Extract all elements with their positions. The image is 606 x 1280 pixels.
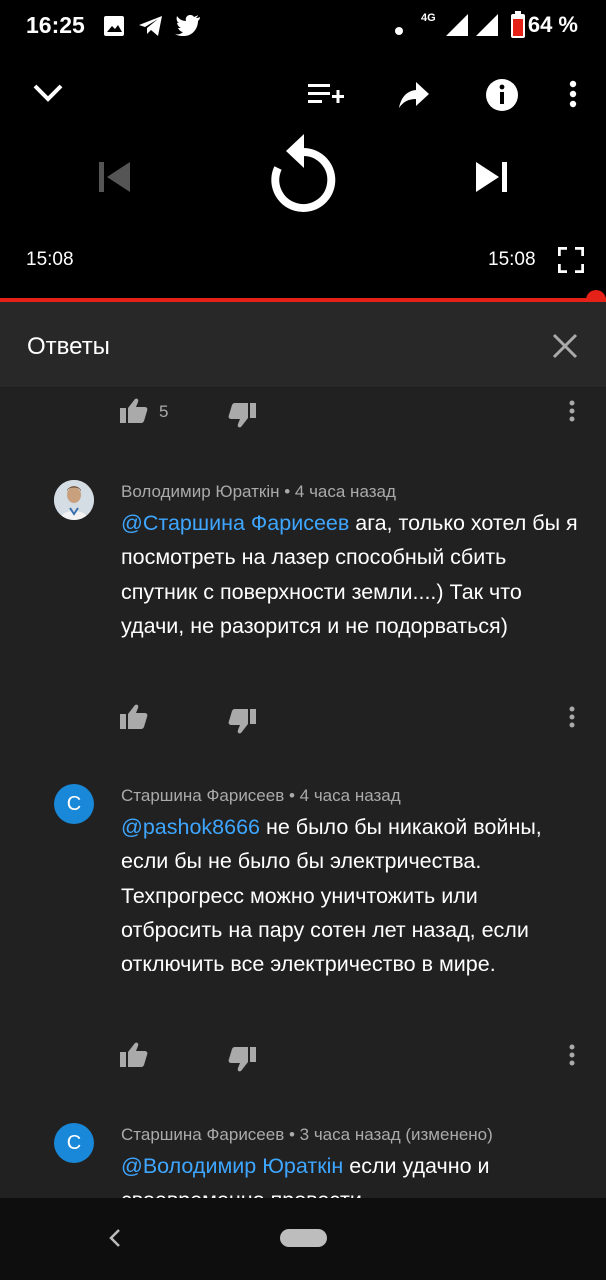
network-type: 4G — [421, 12, 436, 24]
gallery-icon — [103, 15, 125, 42]
system-nav-bar — [0, 1198, 606, 1280]
replies-title: Ответы — [27, 333, 110, 360]
share-icon[interactable] — [398, 82, 430, 113]
close-icon[interactable] — [552, 333, 578, 364]
battery-percent: 64 % — [527, 12, 578, 37]
dot-icon — [395, 22, 403, 40]
avatar[interactable]: С — [54, 1123, 94, 1163]
more-vert-icon[interactable] — [568, 400, 576, 427]
current-time: 15:08 — [26, 249, 74, 270]
comment-actions — [0, 696, 606, 736]
add-to-playlist-icon[interactable] — [308, 82, 346, 113]
mention-link[interactable]: @Старшина Фарисеев — [121, 511, 349, 535]
comment-body: не было бы никакой войны, если бы не был… — [121, 815, 542, 977]
video-player[interactable]: 15:08 15:08 — [0, 52, 606, 300]
back-chevron-icon[interactable] — [108, 1228, 122, 1253]
mention-link[interactable]: @Володимир Юраткін — [121, 1154, 343, 1178]
status-bar: 16:25 4G 64 % — [0, 0, 606, 52]
fullscreen-icon[interactable] — [557, 246, 585, 278]
more-vert-icon[interactable] — [568, 1044, 576, 1071]
dislike-icon[interactable] — [228, 1046, 256, 1077]
dislike-icon[interactable] — [228, 708, 256, 739]
avatar[interactable] — [54, 480, 94, 520]
avatar[interactable]: С — [54, 784, 94, 824]
comment-text: @Старшина Фарисеев ага, только хотел бы … — [121, 506, 581, 643]
mention-link[interactable]: @pashok8666 — [121, 815, 260, 839]
battery-icon — [510, 11, 526, 44]
comment-meta: Володимир Юраткін • 4 часа назад — [121, 482, 396, 501]
home-pill[interactable] — [280, 1229, 327, 1247]
like-count: 5 — [159, 402, 169, 421]
like-icon[interactable] — [120, 704, 148, 735]
comment-meta: Старшина Фарисеев • 4 часа назад — [121, 786, 401, 805]
next-icon[interactable] — [474, 162, 510, 197]
info-icon[interactable] — [485, 78, 519, 117]
dislike-icon[interactable] — [228, 402, 256, 433]
telegram-icon — [138, 14, 164, 43]
like-icon[interactable] — [120, 398, 148, 429]
comment-meta: Старшина Фарисеев • 3 часа назад (измене… — [121, 1125, 493, 1144]
replay-icon[interactable] — [268, 134, 338, 219]
previous-icon[interactable] — [97, 162, 133, 197]
comment-text: @pashok8666 не было бы никакой войны, ес… — [121, 810, 581, 981]
more-vert-icon[interactable] — [568, 80, 578, 115]
duration: 15:08 — [488, 249, 536, 270]
wifi-signal-icon — [476, 14, 498, 41]
replies-list[interactable]: 5 Володимир Юраткін • 4 часа назад @Стар… — [0, 388, 606, 1198]
replies-header: Ответы — [0, 302, 606, 388]
comment-actions: 5 — [0, 390, 606, 430]
status-time: 16:25 — [26, 12, 85, 38]
comment-actions — [0, 1034, 606, 1074]
signal-icon — [446, 14, 468, 41]
like-icon[interactable] — [120, 1042, 148, 1073]
twitter-icon — [175, 14, 201, 41]
comment-text: @Володимир Юраткін если удачно и своевре… — [121, 1149, 581, 1198]
collapse-chevron-icon[interactable] — [32, 82, 64, 109]
more-vert-icon[interactable] — [568, 706, 576, 733]
